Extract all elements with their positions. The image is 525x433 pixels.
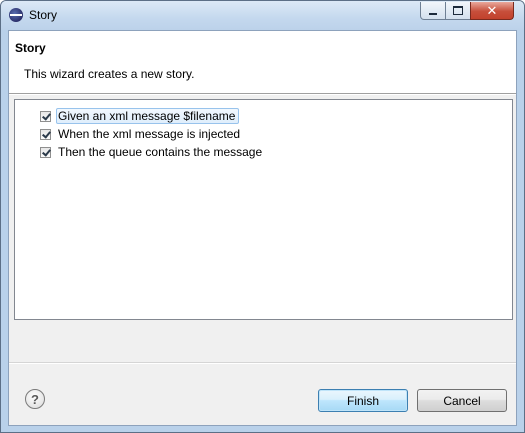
step-checkbox[interactable]: [40, 128, 51, 140]
wizard-window: Story ✕ Story This wizard creates a new …: [0, 0, 525, 433]
cancel-button[interactable]: Cancel: [417, 389, 507, 412]
maximize-icon: [453, 6, 463, 15]
window-title: Story: [29, 8, 58, 22]
step-label: When the xml message is injected: [58, 127, 241, 141]
step-checkbox[interactable]: [40, 110, 51, 122]
page-title: Story: [15, 41, 46, 55]
minimize-button[interactable]: [420, 2, 446, 20]
step-item[interactable]: When the xml message is injected: [40, 125, 244, 143]
step-item[interactable]: Then the queue contains the message: [40, 143, 266, 161]
close-button[interactable]: ✕: [470, 2, 514, 20]
banner-divider: [9, 94, 516, 95]
help-button[interactable]: ?: [25, 389, 45, 409]
eclipse-app-icon: [9, 8, 23, 22]
finish-button[interactable]: Finish: [318, 389, 408, 412]
step-label: Then the queue contains the message: [58, 145, 263, 159]
help-icon: ?: [31, 391, 39, 407]
maximize-button[interactable]: [445, 2, 471, 20]
page-description: This wizard creates a new story.: [24, 67, 195, 81]
footer-divider-highlight: [9, 363, 516, 364]
step-item[interactable]: Given an xml message $filename: [40, 107, 240, 125]
step-checkbox[interactable]: [40, 146, 51, 158]
close-icon: ✕: [486, 2, 498, 18]
title-bar[interactable]: Story ✕: [1, 1, 524, 30]
step-label: Given an xml message $filename: [56, 108, 240, 124]
minimize-icon: [429, 12, 437, 15]
wizard-banner: Story This wizard creates a new story.: [9, 31, 516, 94]
steps-checkbox-tree[interactable]: Given an xml message $filename When the …: [14, 99, 513, 320]
dialog-client-area: Story This wizard creates a new story. G…: [8, 30, 517, 426]
